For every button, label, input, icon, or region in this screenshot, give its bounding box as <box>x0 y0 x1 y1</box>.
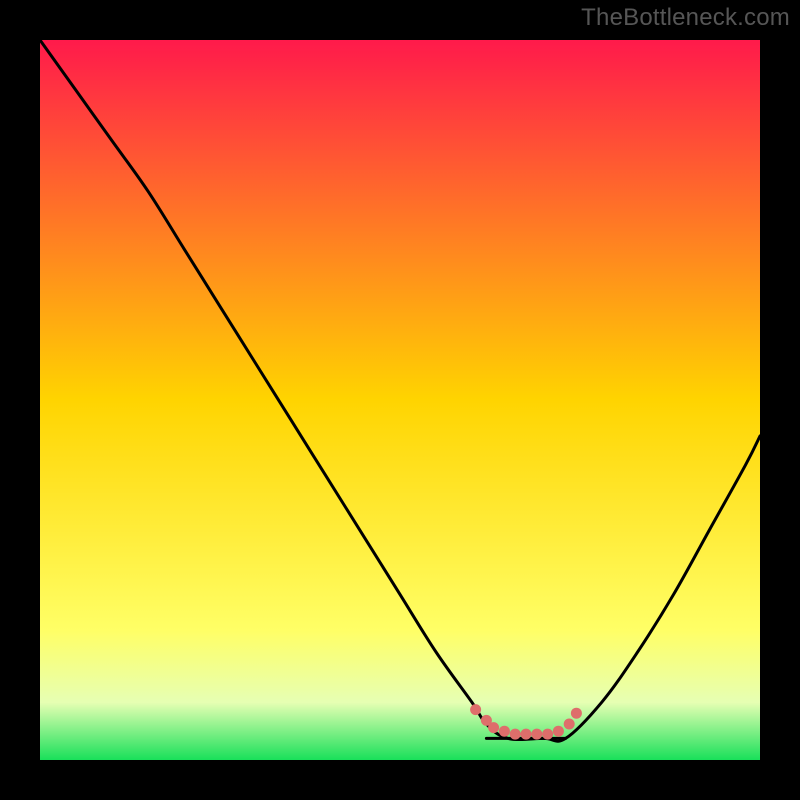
marker-optimal-zone <box>510 729 521 740</box>
marker-optimal-zone <box>553 726 564 737</box>
marker-optimal-zone <box>488 722 499 733</box>
marker-optimal-zone <box>564 719 575 730</box>
gradient-background <box>40 40 760 760</box>
watermark-text: TheBottleneck.com <box>581 4 790 32</box>
marker-optimal-zone <box>470 704 481 715</box>
marker-optimal-zone <box>571 708 582 719</box>
marker-optimal-zone <box>521 729 532 740</box>
plot-area <box>40 40 760 760</box>
chart-frame: TheBottleneck.com <box>0 0 800 800</box>
chart-svg <box>40 40 760 760</box>
marker-optimal-zone <box>499 726 510 737</box>
marker-optimal-zone <box>542 729 553 740</box>
marker-optimal-zone <box>531 729 542 740</box>
